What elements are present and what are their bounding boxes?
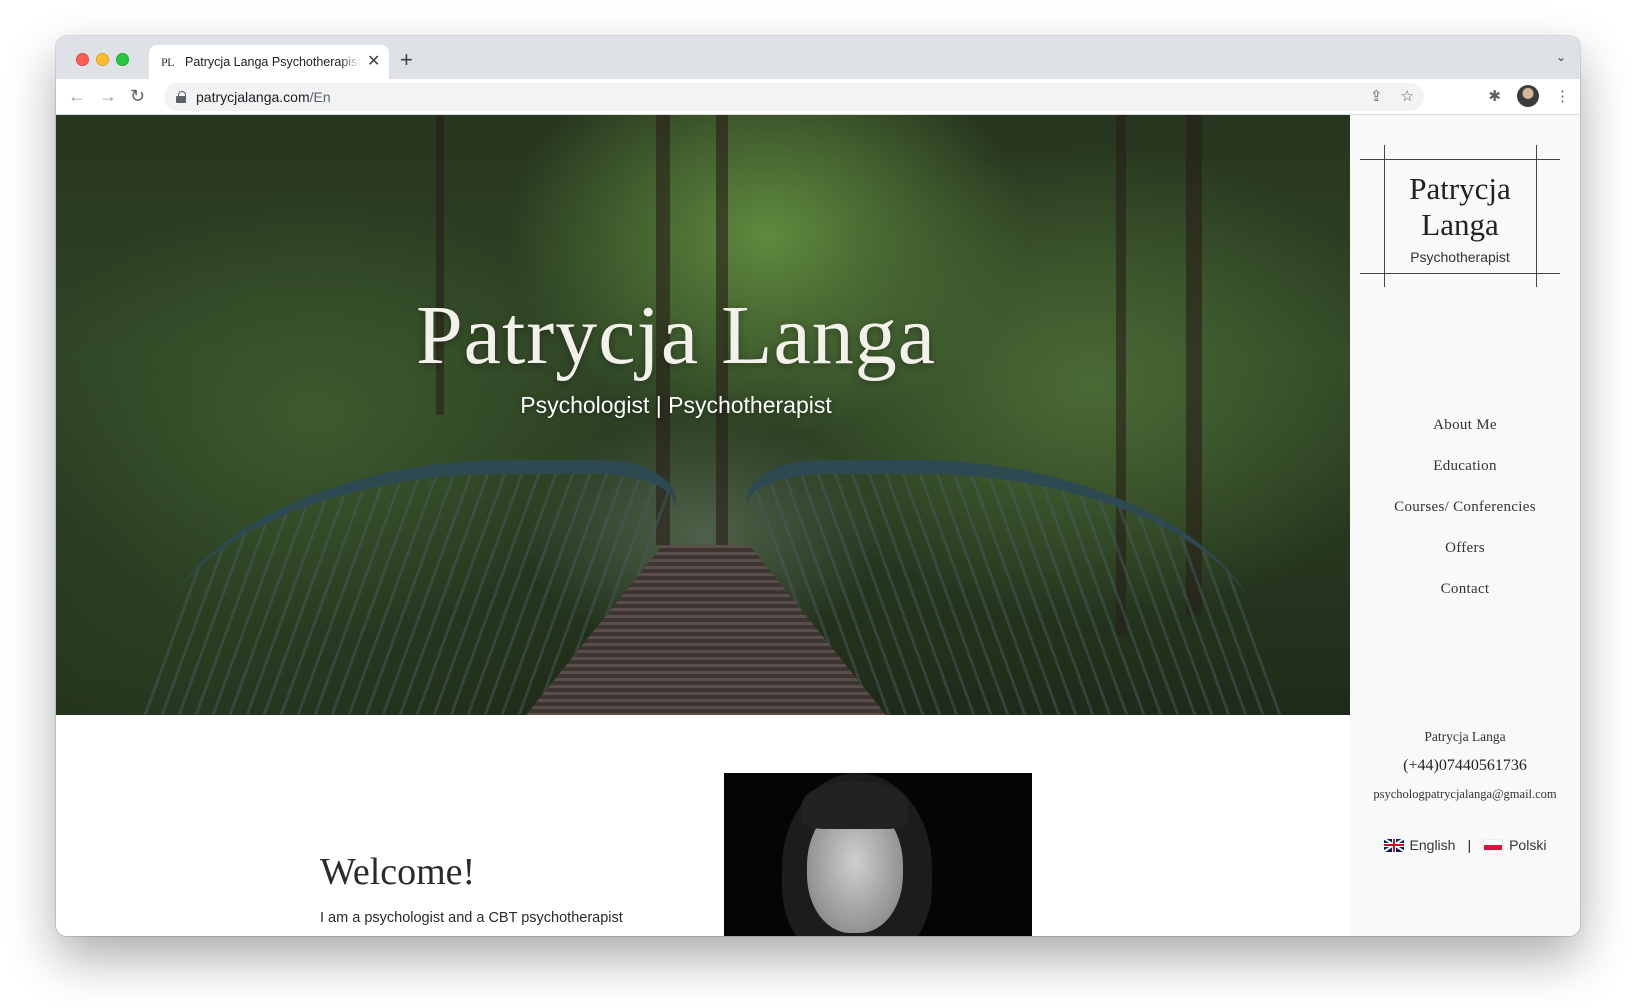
language-switcher: English | Polski xyxy=(1350,837,1580,853)
language-english[interactable]: English xyxy=(1383,837,1456,853)
sidebar: Patrycja Langa Psychotherapist About Me … xyxy=(1350,115,1580,936)
close-window-button[interactable] xyxy=(76,53,89,66)
tab-title: Patrycja Langa Psychotherapist xyxy=(185,55,361,69)
address-bar[interactable]: patrycjalanga.com/En ⇪ ☆ xyxy=(164,83,1424,111)
browser-toolbar: ← → ↻ patrycjalanga.com/En ⇪ ☆ ✱ ⋮ xyxy=(56,79,1580,115)
logo-name-line1: Patrycja xyxy=(1409,171,1511,206)
language-english-label: English xyxy=(1409,837,1456,853)
tab-strip: PL Patrycja Langa Psychotherapist ✕ + ⌄ xyxy=(56,36,1580,79)
contact-name: Patrycja Langa xyxy=(1424,729,1506,744)
logo-name-line2: Langa xyxy=(1421,207,1499,242)
profile-avatar[interactable] xyxy=(1517,85,1539,107)
contact-email[interactable]: psychologpatrycjalanga@gmail.com xyxy=(1350,787,1580,802)
nav-contact[interactable]: Contact xyxy=(1350,579,1580,620)
nav-courses-conferences[interactable]: Courses/ Conferencies xyxy=(1350,497,1580,538)
favicon-icon: PL xyxy=(161,54,175,69)
logo-line xyxy=(1360,273,1560,274)
uk-flag-icon xyxy=(1383,838,1404,852)
minimize-window-button[interactable] xyxy=(96,53,109,66)
hero-title: Patrycja Langa xyxy=(415,289,937,382)
chevron-down-icon[interactable]: ⌄ xyxy=(1556,50,1566,64)
close-tab-icon[interactable]: ✕ xyxy=(367,54,380,70)
hero-banner: Patrycja Langa Psychologist | Psychother… xyxy=(56,115,1350,715)
nav-offers[interactable]: Offers xyxy=(1350,538,1580,579)
url-host: patrycjalanga.com xyxy=(196,89,310,105)
extensions-icon[interactable]: ✱ xyxy=(1488,87,1501,105)
lock-icon[interactable] xyxy=(176,91,188,103)
language-separator: | xyxy=(1467,837,1472,853)
url-text[interactable]: patrycjalanga.com/En xyxy=(196,89,331,105)
logo-line xyxy=(1536,145,1537,287)
maximize-window-button[interactable] xyxy=(116,53,129,66)
hero-subtitle: Psychologist | Psychotherapist xyxy=(520,392,832,418)
portrait-bangs xyxy=(802,781,908,829)
forward-icon[interactable]: → xyxy=(99,85,117,107)
language-polish-label: Polski xyxy=(1509,837,1547,853)
welcome-heading: Welcome! xyxy=(320,851,476,893)
language-polish[interactable]: Polski xyxy=(1483,837,1546,853)
site-logo[interactable]: Patrycja Langa Psychotherapist xyxy=(1360,145,1560,287)
logo-subtitle: Psychotherapist xyxy=(1410,249,1510,265)
page-content: Patrycja Langa Psychologist | Psychother… xyxy=(56,115,1580,936)
main-nav: About Me Education Courses/ Conferencies… xyxy=(1350,415,1580,620)
browser-tab[interactable]: PL Patrycja Langa Psychotherapist ✕ xyxy=(149,45,389,79)
portrait-photo xyxy=(724,773,1032,936)
menu-icon[interactable]: ⋮ xyxy=(1555,87,1570,105)
logo-line xyxy=(1360,159,1560,160)
logo-name: Patrycja Langa xyxy=(1384,171,1536,243)
browser-window: PL Patrycja Langa Psychotherapist ✕ + ⌄ … xyxy=(56,36,1580,936)
url-path: /En xyxy=(309,89,331,105)
share-icon[interactable]: ⇪ xyxy=(1370,87,1383,105)
new-tab-icon[interactable]: + xyxy=(400,49,413,71)
nav-education[interactable]: Education xyxy=(1350,456,1580,497)
poland-flag-icon xyxy=(1483,839,1504,851)
reload-icon[interactable]: ↻ xyxy=(130,85,145,107)
star-icon[interactable]: ☆ xyxy=(1401,87,1414,105)
contact-phone[interactable]: (+44)07440561736 xyxy=(1350,757,1580,775)
welcome-text: I am a psychologist and a CBT psychother… xyxy=(320,910,623,926)
nav-about-me[interactable]: About Me xyxy=(1350,415,1580,456)
back-icon[interactable]: ← xyxy=(68,85,86,107)
